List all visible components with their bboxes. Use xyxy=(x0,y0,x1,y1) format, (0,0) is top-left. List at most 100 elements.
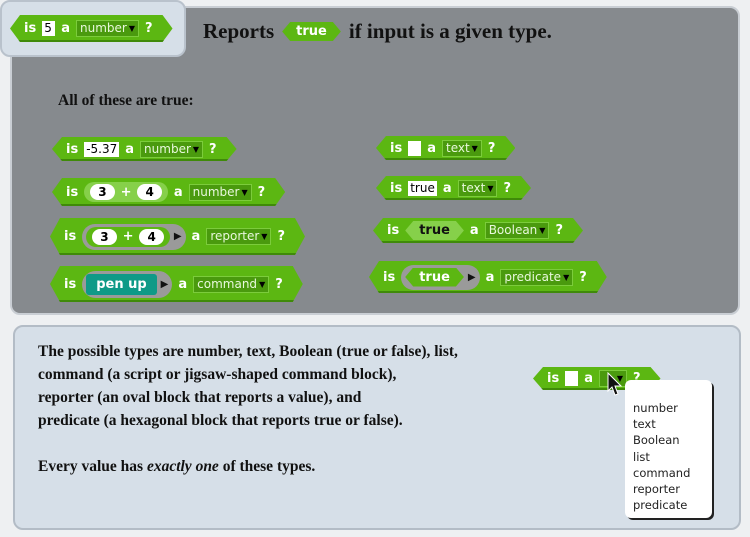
dropdown-value: text xyxy=(445,140,470,155)
label-is: is xyxy=(24,21,37,36)
value-slot[interactable]: true xyxy=(408,181,437,196)
example-block-predicate[interactable]: is true ▶ a predicate ▼ ? xyxy=(369,261,607,293)
dropdown-value: number xyxy=(192,184,240,199)
mouse-cursor-icon xyxy=(607,372,623,396)
title-post: if input is a given type. xyxy=(348,19,552,43)
true-block: true xyxy=(282,22,341,41)
label-is: is xyxy=(66,141,79,157)
menu-item-text[interactable]: text xyxy=(633,416,712,432)
command-ring[interactable]: pen up ▶ xyxy=(82,271,172,298)
plus-label: + xyxy=(120,184,132,200)
dropdown-arrow-icon: ▼ xyxy=(471,143,478,153)
dropdown-value: predicate xyxy=(504,269,562,284)
label-q: ? xyxy=(209,141,217,157)
example-block-command[interactable]: is pen up ▶ a command ▼ ? xyxy=(50,266,303,302)
label-is: is xyxy=(64,229,77,244)
label-q: ? xyxy=(503,180,512,196)
example-block-boolean[interactable]: is true a Boolean ▼ ? xyxy=(373,218,583,243)
subtitle: All of these are true: xyxy=(58,92,194,109)
dropdown-arrow-icon: ▼ xyxy=(192,144,200,154)
value-slot[interactable]: 5 xyxy=(42,21,55,36)
ring-arrow-icon[interactable]: ▶ xyxy=(468,272,476,283)
example-block-true-text[interactable]: is true a text ▼ ? xyxy=(376,176,531,200)
dropdown-value: number xyxy=(79,21,127,35)
description-line: The possible types are number, text, Boo… xyxy=(38,343,458,360)
dropdown-value: command xyxy=(197,276,258,291)
title-pre: Reports xyxy=(203,19,275,43)
type-dropdown[interactable]: reporter ▼ xyxy=(206,228,271,245)
example-block-reporter[interactable]: is 3 +4 ▶ a reporter ▼ ? xyxy=(50,218,305,255)
sum-reporter[interactable]: 3 +4 xyxy=(84,182,168,202)
type-dropdown[interactable]: text ▼ xyxy=(458,180,498,197)
label-a: a xyxy=(178,276,188,292)
dropdown-arrow-icon: ▼ xyxy=(487,183,494,193)
menu-item-boolean[interactable]: Boolean xyxy=(633,432,712,448)
label-is: is xyxy=(66,184,79,200)
value-slot[interactable] xyxy=(408,141,421,156)
dropdown-value: text xyxy=(461,180,486,195)
true-block[interactable]: true xyxy=(405,268,464,287)
dropdown-arrow-icon: ▼ xyxy=(259,279,266,289)
example-block-sum-number[interactable]: is 3 +4 a number ▼ ? xyxy=(52,178,285,206)
dropdown-arrow-icon: ▼ xyxy=(539,226,546,235)
value-slot[interactable] xyxy=(565,371,578,386)
menu-item-command[interactable]: command xyxy=(633,465,712,481)
label-a: a xyxy=(173,184,183,200)
label-a: a xyxy=(61,21,70,36)
plus-label: + xyxy=(122,229,134,244)
label-a: a xyxy=(191,229,201,244)
menu-item-number[interactable]: number xyxy=(633,400,712,416)
page-title: Reports true if input is a given type. xyxy=(203,19,552,44)
type-dropdown[interactable]: text ▼ xyxy=(442,140,482,157)
dropdown-arrow-icon: ▼ xyxy=(128,24,135,33)
example-block-empty-text[interactable]: is a text ▼ ? xyxy=(376,136,515,160)
type-dropdown[interactable]: number ▼ xyxy=(76,20,139,37)
menu-item-reporter[interactable]: reporter xyxy=(633,481,712,497)
label-q: ? xyxy=(257,184,266,200)
type-dropdown[interactable]: number ▼ xyxy=(140,141,203,158)
label-is: is xyxy=(383,269,396,285)
example-block-number[interactable]: is -5.37 a number ▼ ? xyxy=(52,137,237,161)
num-slot[interactable]: 4 xyxy=(139,229,163,245)
note-pre: Every value has xyxy=(38,458,147,475)
num-slot[interactable]: 3 xyxy=(92,229,116,245)
num-slot[interactable]: 3 xyxy=(90,184,114,200)
label-a: a xyxy=(442,180,452,196)
type-dropdown[interactable]: predicate ▼ xyxy=(500,269,573,286)
label-q: ? xyxy=(555,223,563,238)
type-dropdown[interactable]: number ▼ xyxy=(189,184,252,201)
label-q: ? xyxy=(277,229,285,244)
label-q: ? xyxy=(275,276,283,292)
ring-arrow-icon[interactable]: ▶ xyxy=(161,279,169,290)
type-menu: number text Boolean list command reporte… xyxy=(625,380,712,518)
label-a: a xyxy=(125,141,135,157)
predicate-ring[interactable]: true ▶ xyxy=(401,265,479,290)
description-line: predicate (a hexagonal block that report… xyxy=(38,412,403,429)
dropdown-value: number xyxy=(144,141,191,156)
label-a: a xyxy=(469,223,479,238)
dropdown-value: Boolean xyxy=(488,223,538,237)
note-emphasis: exactly one xyxy=(146,458,219,475)
label-is: is xyxy=(547,371,560,386)
label-is: is xyxy=(64,276,77,292)
dropdown-arrow-icon: ▼ xyxy=(261,232,268,241)
menu-item-predicate[interactable]: predicate xyxy=(633,497,712,513)
is-type-block[interactable]: is 5 a number ▼ ? xyxy=(10,15,173,42)
ring-arrow-icon[interactable]: ▶ xyxy=(174,231,182,242)
dropdown-value: reporter xyxy=(210,229,260,243)
label-a: a xyxy=(485,269,495,285)
label-is: is xyxy=(390,140,403,156)
description-line: command (a script or jigsaw-shaped comma… xyxy=(38,366,397,383)
label-is: is xyxy=(387,223,400,238)
type-dropdown[interactable]: Boolean ▼ xyxy=(485,222,550,239)
dropdown-arrow-icon: ▼ xyxy=(563,272,570,282)
true-block[interactable]: true xyxy=(405,221,464,240)
dropdown-arrow-icon: ▼ xyxy=(241,187,248,197)
pen-up-block[interactable]: pen up xyxy=(86,274,156,295)
menu-item-list[interactable]: list xyxy=(633,449,712,465)
description-line: reporter (an oval block that reports a v… xyxy=(38,389,362,406)
reporter-ring[interactable]: 3 +4 ▶ xyxy=(82,224,185,250)
num-slot[interactable]: 4 xyxy=(137,184,161,200)
value-slot[interactable]: -5.37 xyxy=(84,142,119,157)
type-dropdown[interactable]: command ▼ xyxy=(193,276,269,293)
